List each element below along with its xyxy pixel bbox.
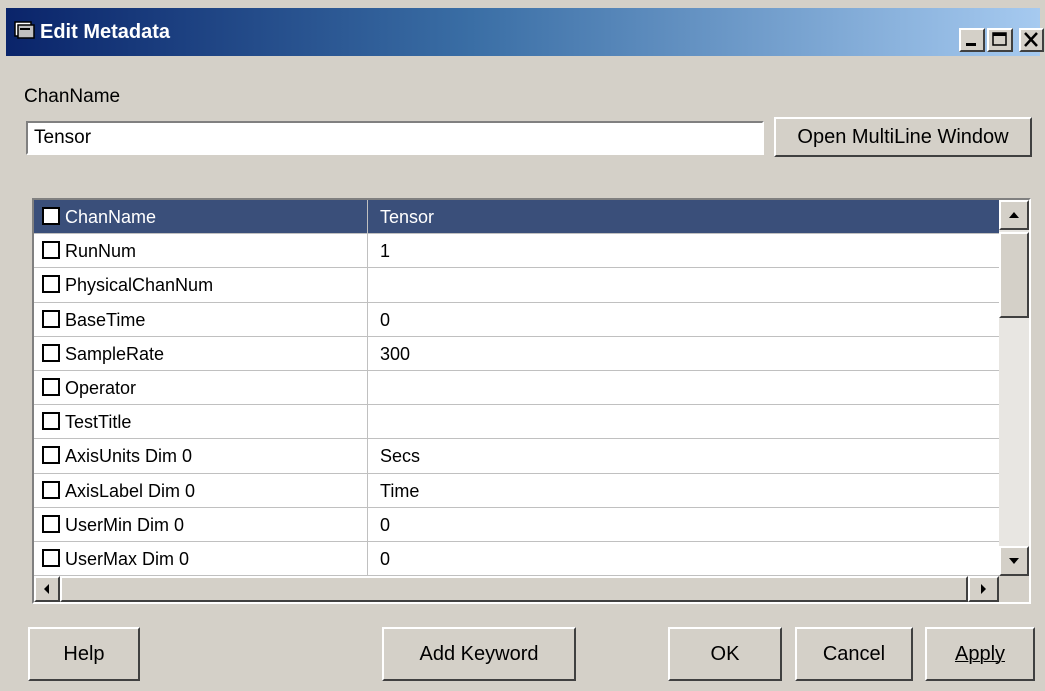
keyword-name: AxisUnits Dim 0: [65, 446, 193, 467]
add-keyword-button[interactable]: Add Keyword: [382, 627, 576, 681]
chan-name-input[interactable]: [26, 121, 764, 155]
metadata-rows: ChanName Tensor RunNum 1 PhysicalChanNum Base…: [34, 200, 999, 576]
row-checkbox[interactable]: [42, 377, 60, 396]
window-title: Edit Metadata: [40, 21, 171, 43]
scroll-up-button[interactable]: [999, 200, 1029, 230]
keyword-name: SampleRate: [65, 343, 165, 364]
table-row[interactable]: AxisLabel Dim 0 Time: [34, 473, 999, 508]
scroll-corner: [999, 576, 1029, 602]
name-cell[interactable]: PhysicalChanNum: [34, 268, 368, 302]
maximize-button[interactable]: [987, 28, 1013, 52]
close-icon: [1024, 32, 1038, 47]
vertical-scrollbar[interactable]: [999, 200, 1029, 576]
title-bar[interactable]: Edit Metadata: [6, 8, 1044, 56]
keyword-name: Operator: [65, 377, 137, 398]
keyword-name: ChanName: [65, 207, 157, 227]
keyword-value[interactable]: Tensor: [380, 206, 434, 228]
keyword-value[interactable]: Time: [380, 480, 419, 502]
table-row[interactable]: AxisUnits Dim 0 Secs: [34, 439, 999, 474]
keyword-name: PhysicalChanNum: [65, 275, 214, 296]
scroll-left-button[interactable]: [34, 576, 60, 602]
scroll-right-button[interactable]: [968, 576, 999, 602]
table-row[interactable]: TestTitle: [34, 405, 999, 440]
row-checkbox[interactable]: [42, 309, 60, 328]
apply-label: Apply: [954, 642, 1006, 665]
name-cell[interactable]: UserMin Dim 0: [34, 507, 368, 541]
window-icon: [14, 21, 35, 39]
apply-button[interactable]: Apply: [925, 627, 1035, 681]
metadata-grid: ChanName Tensor RunNum 1 PhysicalChanNum Base…: [32, 198, 1031, 604]
keyword-value[interactable]: 300: [380, 343, 410, 365]
name-cell[interactable]: TestTitle: [34, 405, 368, 439]
row-checkbox[interactable]: [42, 548, 60, 567]
row-checkbox[interactable]: [42, 446, 60, 465]
keyword-name: UserMax Dim 0: [65, 548, 190, 569]
arrow-down-icon: [1009, 558, 1019, 564]
table-row[interactable]: RunNum 1: [34, 234, 999, 269]
row-checkbox[interactable]: [42, 343, 60, 362]
keyword-value[interactable]: 0: [380, 309, 390, 331]
keyword-value[interactable]: 0: [380, 548, 390, 570]
table-row[interactable]: BaseTime 0: [34, 302, 999, 337]
row-checkbox[interactable]: [42, 480, 60, 499]
scroll-down-button[interactable]: [999, 546, 1029, 576]
keyword-value[interactable]: 0: [380, 514, 390, 536]
row-checkbox[interactable]: [42, 514, 60, 533]
maximize-icon: [992, 32, 1007, 46]
cancel-button[interactable]: Cancel: [795, 627, 913, 681]
arrow-left-icon: [44, 584, 49, 594]
minimize-button[interactable]: [959, 28, 985, 52]
chan-name-label: ChanName: [24, 86, 121, 107]
name-cell[interactable]: Operator: [34, 370, 368, 405]
name-cell[interactable]: AxisUnits Dim 0: [34, 439, 368, 473]
table-row[interactable]: PhysicalChanNum: [34, 268, 999, 303]
open-multiline-window-button[interactable]: Open MultiLine Window: [774, 117, 1032, 157]
minimize-icon: [966, 43, 976, 46]
edit-metadata-dialog: Edit Metadata ChanName Open MultiLine Wi…: [0, 0, 1045, 691]
keyword-name: UserMin Dim 0: [65, 514, 185, 535]
vertical-scroll-thumb[interactable]: [999, 232, 1029, 318]
table-row[interactable]: UserMin Dim 0 0: [34, 507, 999, 542]
row-checkbox[interactable]: [42, 275, 60, 294]
keyword-name: RunNum: [65, 241, 137, 262]
arrow-up-icon: [1009, 212, 1019, 218]
name-cell[interactable]: AxisLabel Dim 0: [34, 473, 368, 507]
name-cell[interactable]: BaseTime: [34, 302, 368, 336]
keyword-name: AxisLabel Dim 0: [65, 480, 196, 501]
row-checkbox[interactable]: [42, 241, 60, 260]
row-checkbox[interactable]: [42, 412, 60, 431]
keyword-value[interactable]: 1: [380, 240, 390, 262]
name-cell[interactable]: SampleRate: [34, 336, 368, 370]
horizontal-scroll-thumb[interactable]: [60, 576, 968, 602]
row-checkbox[interactable]: [42, 207, 60, 225]
arrow-right-icon: [981, 584, 986, 594]
horizontal-scrollbar[interactable]: [34, 576, 999, 602]
help-button[interactable]: Help: [28, 627, 140, 681]
keyword-name: BaseTime: [65, 309, 146, 330]
name-cell[interactable]: RunNum: [34, 234, 368, 268]
name-cell[interactable]: UserMax Dim 0: [34, 541, 368, 576]
table-row[interactable]: Operator: [34, 370, 999, 406]
keyword-value[interactable]: Secs: [380, 445, 420, 467]
table-row[interactable]: ChanName Tensor: [34, 200, 999, 235]
table-row[interactable]: UserMax Dim 0 0: [34, 541, 999, 576]
keyword-name: TestTitle: [65, 412, 132, 433]
name-cell[interactable]: ChanName: [34, 200, 368, 234]
close-button[interactable]: [1019, 28, 1044, 52]
table-row[interactable]: SampleRate 300: [34, 336, 999, 371]
ok-button[interactable]: OK: [668, 627, 782, 681]
